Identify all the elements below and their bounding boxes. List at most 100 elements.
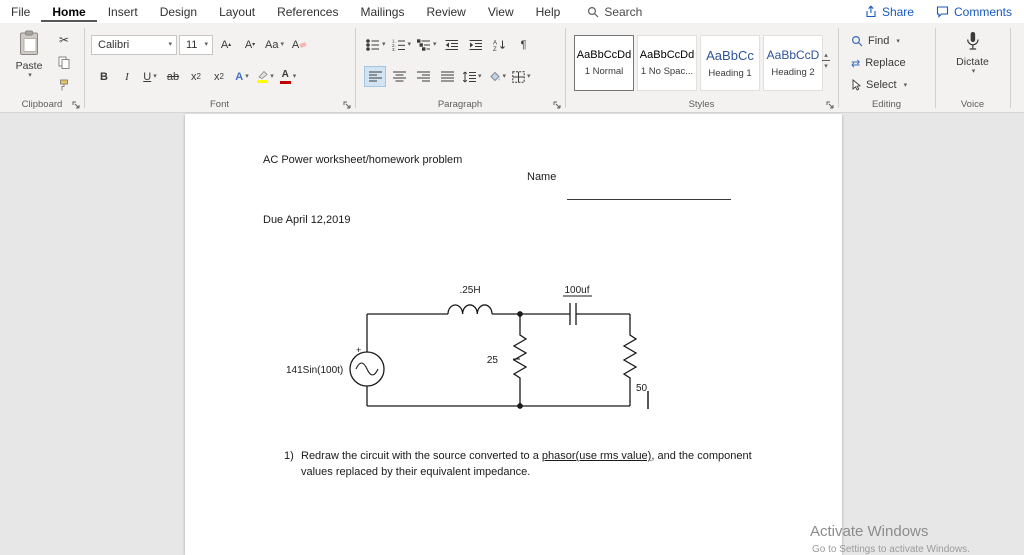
tab-layout[interactable]: Layout <box>208 1 266 22</box>
doc-due-date: Due April 12,2019 <box>263 214 351 226</box>
style-card-no-spacing[interactable]: AaBbCcDd 1 No Spac... <box>637 35 697 91</box>
shrink-font-button[interactable]: A ▾ <box>239 34 261 55</box>
chevron-down-icon: ▾ <box>502 73 507 80</box>
tab-design[interactable]: Design <box>149 1 208 22</box>
tab-file[interactable]: File <box>0 1 41 22</box>
show-formatting-marks-button[interactable]: ¶ <box>513 34 535 55</box>
paragraph-group-label: Paragraph <box>437 99 483 110</box>
dictate-button[interactable]: Dictate ▾ <box>956 31 989 75</box>
strikethrough-button[interactable]: ab <box>162 66 184 87</box>
bold-button[interactable]: B <box>93 66 115 87</box>
tab-references[interactable]: References <box>266 1 349 22</box>
text-effects-button[interactable]: A ▾ <box>231 66 253 87</box>
search-icon <box>587 6 599 18</box>
cut-button[interactable]: ✂ <box>53 30 75 49</box>
comments-button[interactable]: Comments <box>936 5 1012 19</box>
select-button[interactable]: Select ▾ <box>851 76 907 94</box>
chevron-down-icon: ▾ <box>527 73 531 80</box>
chevron-down-icon: ▾ <box>280 41 284 48</box>
styles-more-button[interactable]: ▴ ▾ <box>819 51 833 70</box>
word-window: { "tabbar": { "tabs": ["File", "Home", "… <box>0 0 1024 555</box>
justify-button[interactable] <box>436 66 458 87</box>
editing-group-label: Editing <box>871 99 902 110</box>
tab-insert[interactable]: Insert <box>97 1 149 22</box>
clipboard-small-buttons: ✂ <box>53 30 75 95</box>
style-card-heading-2[interactable]: AaBbCcD Heading 2 <box>763 35 823 91</box>
chevron-down-icon: ▾ <box>28 72 32 79</box>
circuit-drawing <box>349 295 649 409</box>
chevron-down-icon: ▾ <box>824 63 828 70</box>
borders-button[interactable]: ▾ <box>510 66 533 87</box>
clipboard-group: Paste ▾ ✂ Clipboard <box>0 23 84 112</box>
editing-group: Find ▾ ⇄ Replace Select ▾ Editing <box>838 23 935 112</box>
find-label: Find <box>868 35 890 47</box>
tab-mailings[interactable]: Mailings <box>349 1 415 22</box>
align-center-button[interactable] <box>388 66 410 87</box>
microphone-icon <box>965 31 981 53</box>
tab-home[interactable]: Home <box>41 1 97 22</box>
replace-icon: ⇄ <box>851 57 861 70</box>
copy-button[interactable] <box>53 53 75 72</box>
font-dialog-launcher-icon[interactable] <box>343 101 351 109</box>
style-card-normal[interactable]: AaBbCcDd 1 Normal <box>574 35 634 91</box>
style-card-heading-1[interactable]: AaBbCc Heading 1 <box>700 35 760 91</box>
font-size-combobox[interactable]: 11 ▾ <box>179 34 213 55</box>
grow-font-button[interactable]: A ▴ <box>215 34 237 55</box>
font-color-button[interactable]: A ▾ <box>277 66 299 87</box>
align-right-button[interactable] <box>412 66 434 87</box>
svg-text:Z: Z <box>493 47 497 51</box>
search-box[interactable]: Search <box>587 5 642 19</box>
multilevel-list-button[interactable]: ▾ <box>415 34 439 55</box>
activate-windows-watermark: Activate Windows <box>810 523 929 540</box>
subscript-button[interactable]: x2 <box>185 66 207 87</box>
font-group-label: Font <box>209 99 229 110</box>
tab-help[interactable]: Help <box>525 1 572 22</box>
font-name-combobox[interactable]: Calibri ▾ <box>91 34 177 55</box>
shading-button[interactable]: ▾ <box>486 66 509 87</box>
replace-label: Replace <box>865 57 906 69</box>
ribbon: Paste ▾ ✂ Clipboard Calibri ▾ 11 ▾ A ▴ A… <box>0 23 1024 113</box>
search-label: Search <box>604 4 643 19</box>
name-blank-line <box>567 199 731 200</box>
numbering-button[interactable]: 1. 2. 3. ▾ <box>390 34 414 55</box>
chevron-down-icon: ▾ <box>478 73 482 80</box>
underline-button[interactable]: U ▾ <box>139 66 161 87</box>
clipboard-dialog-launcher-icon[interactable] <box>72 101 80 109</box>
superscript-button[interactable]: x2 <box>208 66 230 87</box>
font-group: Calibri ▾ 11 ▾ A ▴ A ▾ Aa ▾ A B I U ▾ ab x2 … <box>84 23 355 112</box>
italic-button[interactable]: I <box>116 66 138 87</box>
eraser-icon <box>299 41 307 48</box>
resistor-middle-label: 25 <box>487 355 499 366</box>
document-page[interactable]: AC Power worksheet/homework problem Name… <box>185 114 842 555</box>
chevron-down-icon: ▾ <box>270 73 274 80</box>
chevron-down-icon: ▾ <box>407 41 412 48</box>
line-spacing-button[interactable]: ▾ <box>460 66 484 87</box>
chevron-down-icon: ▾ <box>204 41 208 48</box>
tab-view[interactable]: View <box>477 1 525 22</box>
voice-group: Dictate ▾ Voice <box>935 23 1010 112</box>
gallery-more-bar <box>822 60 830 61</box>
chevron-down-icon: ▾ <box>433 41 437 48</box>
select-label: Select <box>866 79 897 91</box>
capacitor-label: 100uf <box>564 285 589 296</box>
paragraph-dialog-launcher-icon[interactable] <box>553 101 561 109</box>
voice-group-label: Voice <box>960 99 985 110</box>
share-button[interactable]: Share <box>864 5 914 19</box>
styles-dialog-launcher-icon[interactable] <box>826 101 834 109</box>
align-left-button[interactable] <box>364 66 386 87</box>
highlight-color-button[interactable]: ▾ <box>254 66 276 87</box>
increase-indent-button[interactable] <box>465 34 487 55</box>
format-painter-button[interactable] <box>53 76 75 95</box>
clear-formatting-button[interactable]: A <box>288 34 310 55</box>
paste-button[interactable]: Paste ▾ <box>9 28 49 79</box>
sort-button[interactable]: AZ <box>489 34 511 55</box>
bullets-button[interactable]: ▾ <box>364 34 388 55</box>
change-case-button[interactable]: Aa ▾ <box>263 34 286 55</box>
replace-button[interactable]: ⇄ Replace <box>851 54 907 72</box>
find-button[interactable]: Find ▾ <box>851 32 907 50</box>
decrease-indent-button[interactable] <box>441 34 463 55</box>
select-cursor-icon <box>851 79 861 91</box>
tab-review[interactable]: Review <box>415 1 476 22</box>
styles-group-label: Styles <box>688 99 715 110</box>
resistor-right-label: 50 <box>636 383 648 394</box>
